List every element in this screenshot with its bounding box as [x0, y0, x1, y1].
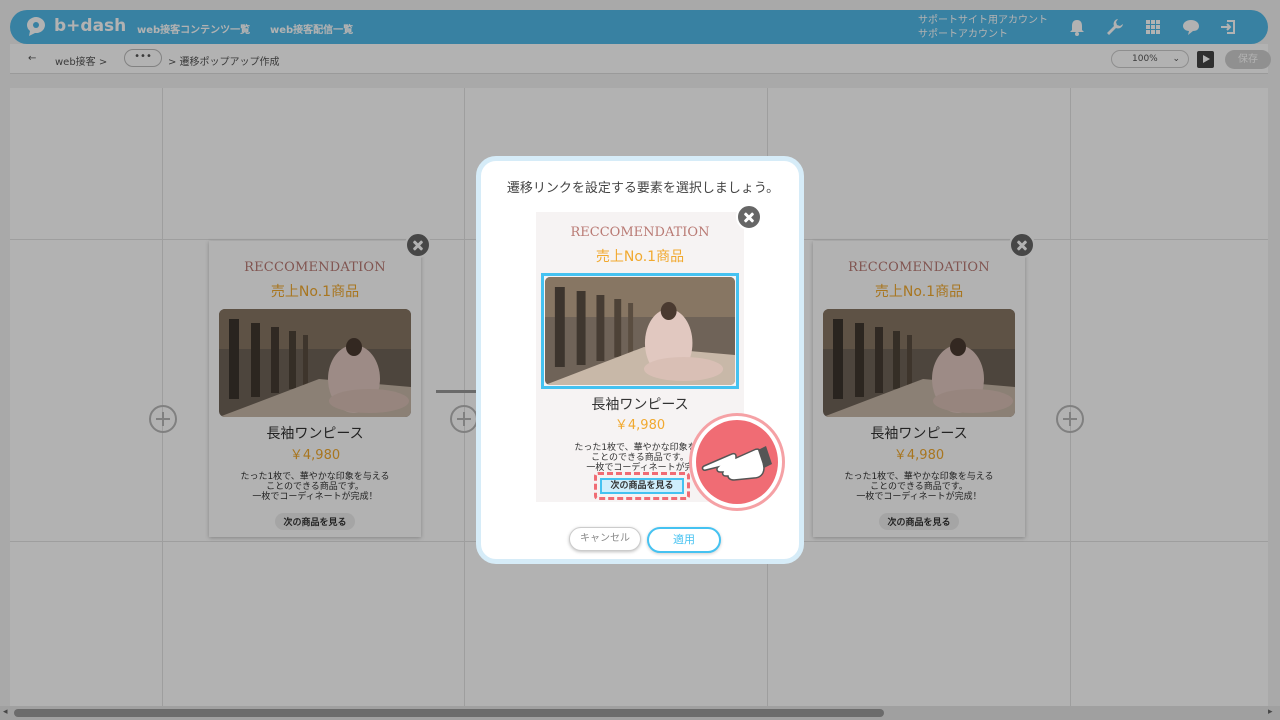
preview-subtitle[interactable]: 売上No.1商品 — [536, 246, 744, 266]
dialog-title: 遷移リンクを設定する要素を選択しましょう。 — [506, 181, 780, 196]
preview-product-name[interactable]: 長袖ワンピース — [536, 394, 744, 414]
cancel-button[interactable]: キャンセル — [569, 527, 641, 551]
product-image — [545, 277, 735, 385]
close-icon[interactable] — [736, 204, 762, 230]
pointer-hand-icon — [692, 416, 782, 508]
apply-button[interactable]: 適用 — [647, 527, 721, 553]
preview-title[interactable]: RECCOMENDATION — [536, 225, 744, 240]
next-product-button-highlight[interactable]: 次の商品を見る — [594, 472, 690, 500]
preview-next-button[interactable]: 次の商品を見る — [600, 478, 684, 494]
preview-image-selected[interactable] — [541, 273, 739, 389]
